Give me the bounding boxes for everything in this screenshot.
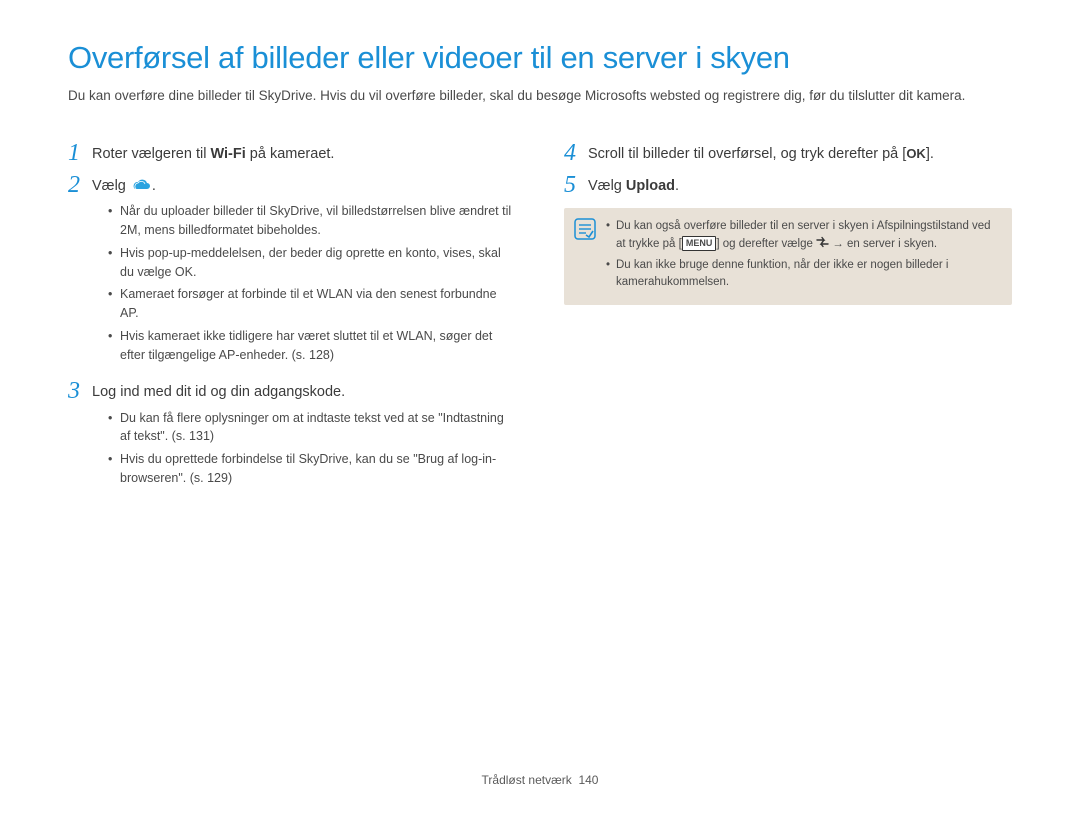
step-5: 5 Vælg Upload.	[564, 172, 1012, 198]
note-item: Du kan også overføre billeder til en ser…	[606, 218, 998, 253]
footer-section: Trådløst netværk	[482, 773, 572, 787]
note-list: Du kan også overføre billeder til en ser…	[606, 218, 998, 295]
step-text: Scroll til billeder til overførsel, og t…	[588, 140, 934, 164]
step-2: 2 Vælg .	[68, 172, 516, 198]
step-number: 5	[564, 172, 588, 198]
bullet-item: Hvis du oprettede forbindelse til SkyDri…	[108, 450, 516, 488]
step-3: 3 Log ind med dit id og din adgangskode.	[68, 378, 516, 404]
skydrive-cloud-icon	[130, 178, 152, 192]
left-column: 1 Roter vælgeren til Wi-Fi på kameraet. …	[68, 134, 516, 502]
wifi-label: Wi-Fi	[210, 146, 245, 162]
manual-page: Overførsel af billeder eller videoer til…	[0, 0, 1080, 502]
bullet-item: Når du uploader billeder til SkyDrive, v…	[108, 202, 516, 240]
text-fragment: ].	[926, 146, 934, 162]
text-fragment: Scroll til billeder til overførsel, og t…	[588, 146, 906, 162]
text-fragment: på kameraet.	[246, 146, 335, 162]
step-1: 1 Roter vælgeren til Wi-Fi på kameraet.	[68, 140, 516, 166]
step-number: 3	[68, 378, 92, 404]
note-item: Du kan ikke bruge denne funktion, når de…	[606, 257, 998, 292]
step-2-bullets: Når du uploader billeder til SkyDrive, v…	[68, 202, 516, 364]
page-title: Overførsel af billeder eller videoer til…	[68, 40, 1012, 76]
upload-label: Upload	[626, 178, 675, 194]
bullet-item: Du kan få flere oplysninger om at indtas…	[108, 409, 516, 447]
share-icon	[816, 236, 829, 248]
step-3-bullets: Du kan få flere oplysninger om at indtas…	[68, 409, 516, 488]
right-column: 4 Scroll til billeder til overførsel, og…	[564, 134, 1012, 502]
bullet-item: Hvis pop-up-meddelelsen, der beder dig o…	[108, 244, 516, 282]
step-number: 1	[68, 140, 92, 166]
step-text: Vælg .	[92, 172, 156, 196]
text-fragment: .	[152, 178, 156, 194]
bullet-item: Kameraet forsøger at forbinde til et WLA…	[108, 285, 516, 323]
text-fragment: Vælg	[92, 178, 130, 194]
step-text: Roter vælgeren til Wi-Fi på kameraet.	[92, 140, 334, 164]
bullet-item: Hvis kameraet ikke tidligere har været s…	[108, 327, 516, 365]
text-fragment: Vælg	[588, 178, 626, 194]
text-fragment: .	[675, 178, 679, 194]
page-footer: Trådløst netværk 140	[0, 773, 1080, 787]
step-4: 4 Scroll til billeder til overførsel, og…	[564, 140, 1012, 166]
footer-page-number: 140	[578, 773, 598, 787]
note-box: Du kan også overføre billeder til en ser…	[564, 208, 1012, 305]
text-fragment: Roter vælgeren til	[92, 146, 210, 162]
ok-button-icon: OK	[906, 145, 926, 163]
menu-button-icon: MENU	[682, 236, 717, 252]
note-icon	[574, 218, 598, 295]
text-fragment: → en server i skyen.	[829, 238, 937, 250]
intro-paragraph: Du kan overføre dine billeder til SkyDri…	[68, 86, 1012, 106]
step-number: 4	[564, 140, 588, 166]
step-number: 2	[68, 172, 92, 198]
step-text: Log ind med dit id og din adgangskode.	[92, 378, 345, 402]
step-text: Vælg Upload.	[588, 172, 679, 196]
text-fragment: ] og derefter vælge	[716, 238, 816, 250]
two-column-layout: 1 Roter vælgeren til Wi-Fi på kameraet. …	[68, 134, 1012, 502]
